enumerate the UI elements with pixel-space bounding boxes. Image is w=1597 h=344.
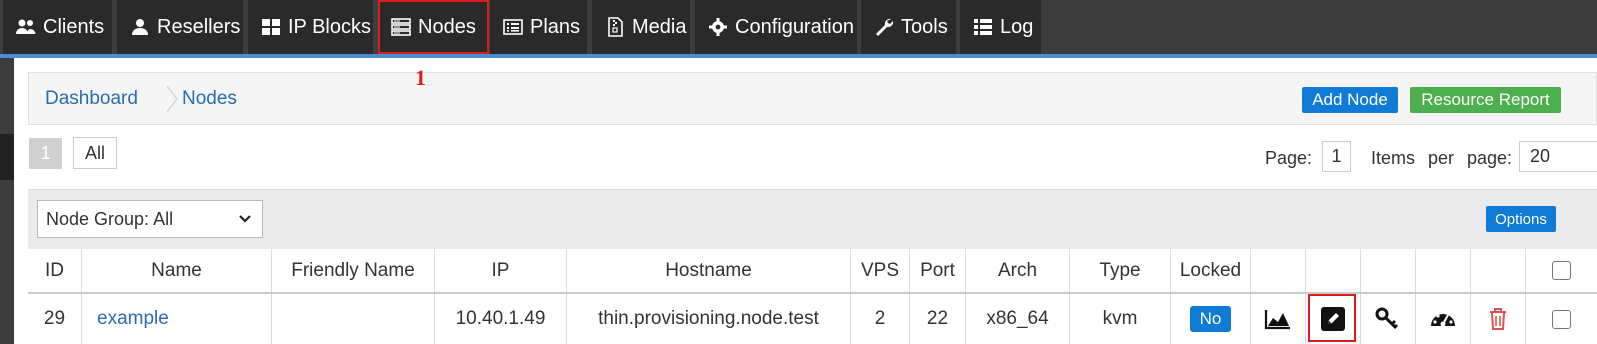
left-sidebar-edge bbox=[0, 58, 14, 344]
header-id[interactable]: ID bbox=[28, 249, 81, 292]
cell-keys bbox=[1360, 294, 1415, 344]
page-word-label: page: bbox=[1467, 148, 1513, 168]
breadcrumb-separator-icon bbox=[166, 85, 178, 113]
list-icon bbox=[503, 19, 523, 35]
cell-stats bbox=[1250, 294, 1305, 344]
header-vps[interactable]: VPS bbox=[850, 249, 909, 292]
header-keys bbox=[1360, 249, 1415, 292]
key-icon[interactable] bbox=[1375, 307, 1401, 331]
resource-report-button[interactable]: Resource Report bbox=[1410, 87, 1561, 113]
trash-icon[interactable] bbox=[1488, 307, 1508, 331]
dashboard-gauge-icon[interactable] bbox=[1430, 308, 1456, 330]
server-icon bbox=[391, 18, 411, 36]
tab-label: Resellers bbox=[157, 15, 241, 38]
tab-label: Log bbox=[1000, 15, 1034, 38]
cell-delete bbox=[1470, 294, 1525, 344]
options-button[interactable]: Options bbox=[1486, 206, 1556, 232]
tab-media[interactable]: Media bbox=[592, 0, 690, 54]
tab-label: Plans bbox=[530, 15, 581, 38]
header-edit bbox=[1305, 249, 1360, 292]
cell-name: example bbox=[81, 294, 271, 344]
cell-locked: No bbox=[1170, 294, 1250, 344]
gear-icon bbox=[709, 18, 727, 36]
node-group-select[interactable]: Node Group: All bbox=[37, 200, 263, 238]
cell-performance bbox=[1415, 294, 1470, 344]
tab-nodes[interactable]: Nodes bbox=[378, 0, 489, 54]
page-1-button[interactable]: 1 bbox=[29, 138, 62, 169]
cell-friendly-name bbox=[271, 294, 434, 344]
sidebar-handle[interactable] bbox=[0, 134, 14, 180]
header-delete bbox=[1470, 249, 1525, 292]
page-number-input[interactable]: 1 bbox=[1322, 141, 1351, 172]
tab-tools[interactable]: Tools bbox=[861, 0, 956, 54]
file-archive-icon bbox=[608, 17, 623, 37]
tab-label: Clients bbox=[43, 15, 105, 38]
breadcrumb: Dashboard Nodes Add Node Resource Report bbox=[28, 72, 1597, 125]
header-name[interactable]: Name bbox=[81, 249, 271, 292]
page-all-button[interactable]: All bbox=[73, 137, 117, 169]
header-locked[interactable]: Locked bbox=[1170, 249, 1250, 292]
cell-select bbox=[1525, 294, 1597, 344]
row-select-checkbox[interactable] bbox=[1552, 309, 1571, 329]
locked-status-badge[interactable]: No bbox=[1190, 306, 1231, 332]
edit-highlight-box bbox=[1308, 294, 1356, 342]
breadcrumb-dashboard[interactable]: Dashboard bbox=[45, 88, 138, 110]
cell-vps: 2 bbox=[850, 294, 909, 344]
table-header-row: ID Name Friendly Name IP Hostname VPS Po… bbox=[28, 249, 1597, 294]
tab-label: IP Blocks bbox=[288, 15, 371, 38]
header-port[interactable]: Port bbox=[909, 249, 965, 292]
log-list-icon bbox=[974, 19, 992, 35]
header-type[interactable]: Type bbox=[1069, 249, 1170, 292]
tab-label: Tools bbox=[901, 15, 948, 38]
tab-label: Media bbox=[632, 15, 687, 38]
cell-ip: 10.40.1.49 bbox=[434, 294, 566, 344]
nodes-table: ID Name Friendly Name IP Hostname VPS Po… bbox=[28, 249, 1597, 344]
page-label: Page: bbox=[1265, 148, 1313, 168]
area-chart-icon[interactable] bbox=[1264, 308, 1292, 330]
tab-ip-blocks[interactable]: IP Blocks bbox=[248, 0, 373, 54]
tab-resellers[interactable]: Resellers bbox=[117, 0, 243, 54]
top-navigation: Clients Resellers IP Blocks Nodes Plans … bbox=[0, 0, 1597, 56]
per-label: per bbox=[1428, 148, 1455, 168]
tab-label: Configuration bbox=[735, 15, 854, 38]
header-arch[interactable]: Arch bbox=[965, 249, 1069, 292]
node-group-value: Node Group: All bbox=[46, 208, 174, 229]
annotation-marker-1: 1 bbox=[415, 65, 426, 90]
filter-bar: Node Group: All Options bbox=[28, 189, 1597, 249]
node-name-link[interactable]: example bbox=[97, 308, 169, 330]
add-node-button[interactable]: Add Node bbox=[1302, 87, 1398, 113]
users-icon bbox=[16, 19, 36, 34]
tab-plans[interactable]: Plans bbox=[490, 0, 587, 54]
cell-hostname: thin.provisioning.node.test bbox=[566, 294, 850, 344]
tab-configuration[interactable]: Configuration bbox=[695, 0, 857, 54]
header-performance bbox=[1415, 249, 1470, 292]
user-icon bbox=[132, 19, 148, 35]
header-friendly-name[interactable]: Friendly Name bbox=[271, 249, 434, 292]
nav-underline bbox=[0, 54, 1597, 58]
cell-id: 29 bbox=[43, 308, 66, 329]
chevron-down-icon bbox=[239, 215, 251, 223]
header-stats bbox=[1250, 249, 1305, 292]
tab-label: Nodes bbox=[418, 15, 476, 38]
items-label: Items bbox=[1371, 148, 1416, 168]
tab-clients[interactable]: Clients bbox=[3, 0, 112, 54]
select-all-checkbox[interactable] bbox=[1552, 261, 1571, 280]
header-hostname[interactable]: Hostname bbox=[566, 249, 850, 292]
grid-icon bbox=[262, 19, 280, 35]
items-per-page-input[interactable]: 20 bbox=[1519, 141, 1597, 172]
cell-port: 22 bbox=[909, 294, 965, 344]
wrench-icon bbox=[876, 18, 894, 36]
cell-type: kvm bbox=[1069, 294, 1170, 344]
header-ip[interactable]: IP bbox=[434, 249, 566, 292]
header-select-all bbox=[1525, 249, 1597, 292]
table-row: 29 example 10.40.1.49 thin.provisioning.… bbox=[28, 294, 1597, 344]
tab-log[interactable]: Log bbox=[960, 0, 1041, 54]
breadcrumb-nodes[interactable]: Nodes bbox=[182, 88, 237, 110]
cell-arch: x86_64 bbox=[965, 294, 1069, 344]
